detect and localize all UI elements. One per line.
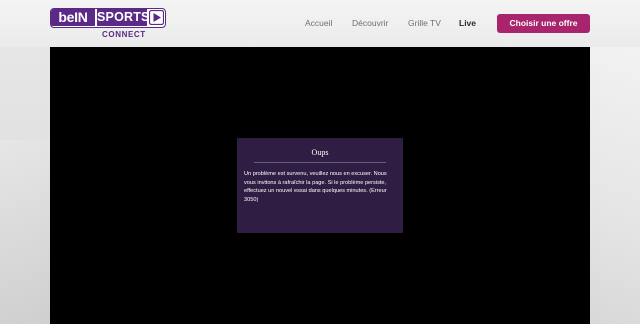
- logo-sports-text: SPORTS: [97, 9, 150, 26]
- logo-connect-text: CONNECT: [102, 30, 146, 39]
- nav-item-grille-tv[interactable]: Grille TV: [408, 18, 441, 28]
- background-shape-right: [588, 47, 640, 324]
- error-title: Oups: [311, 148, 329, 157]
- nav-item-accueil[interactable]: Accueil: [305, 18, 332, 28]
- nav-item-decouvrir[interactable]: Découvrir: [352, 18, 388, 28]
- bein-sports-connect-logo[interactable]: beIN SPORTS CONNECT: [50, 8, 166, 40]
- site-header: beIN SPORTS CONNECT Accueil Découvrir Gr…: [0, 0, 640, 47]
- video-player[interactable]: Oups Un problème est survenu, veuillez n…: [50, 47, 590, 324]
- play-icon: [149, 10, 164, 25]
- logo-bein-text: beIN: [51, 9, 95, 26]
- error-divider: [254, 162, 386, 163]
- logo-frame: beIN SPORTS: [50, 8, 166, 28]
- nav-item-live[interactable]: Live: [459, 18, 476, 28]
- choose-offer-button[interactable]: Choisir une offre: [497, 14, 590, 33]
- background-shape-left: [0, 140, 52, 324]
- error-message: Un problème est survenu, veuillez nous e…: [244, 171, 387, 203]
- error-dialog: Oups Un problème est survenu, veuillez n…: [237, 138, 403, 233]
